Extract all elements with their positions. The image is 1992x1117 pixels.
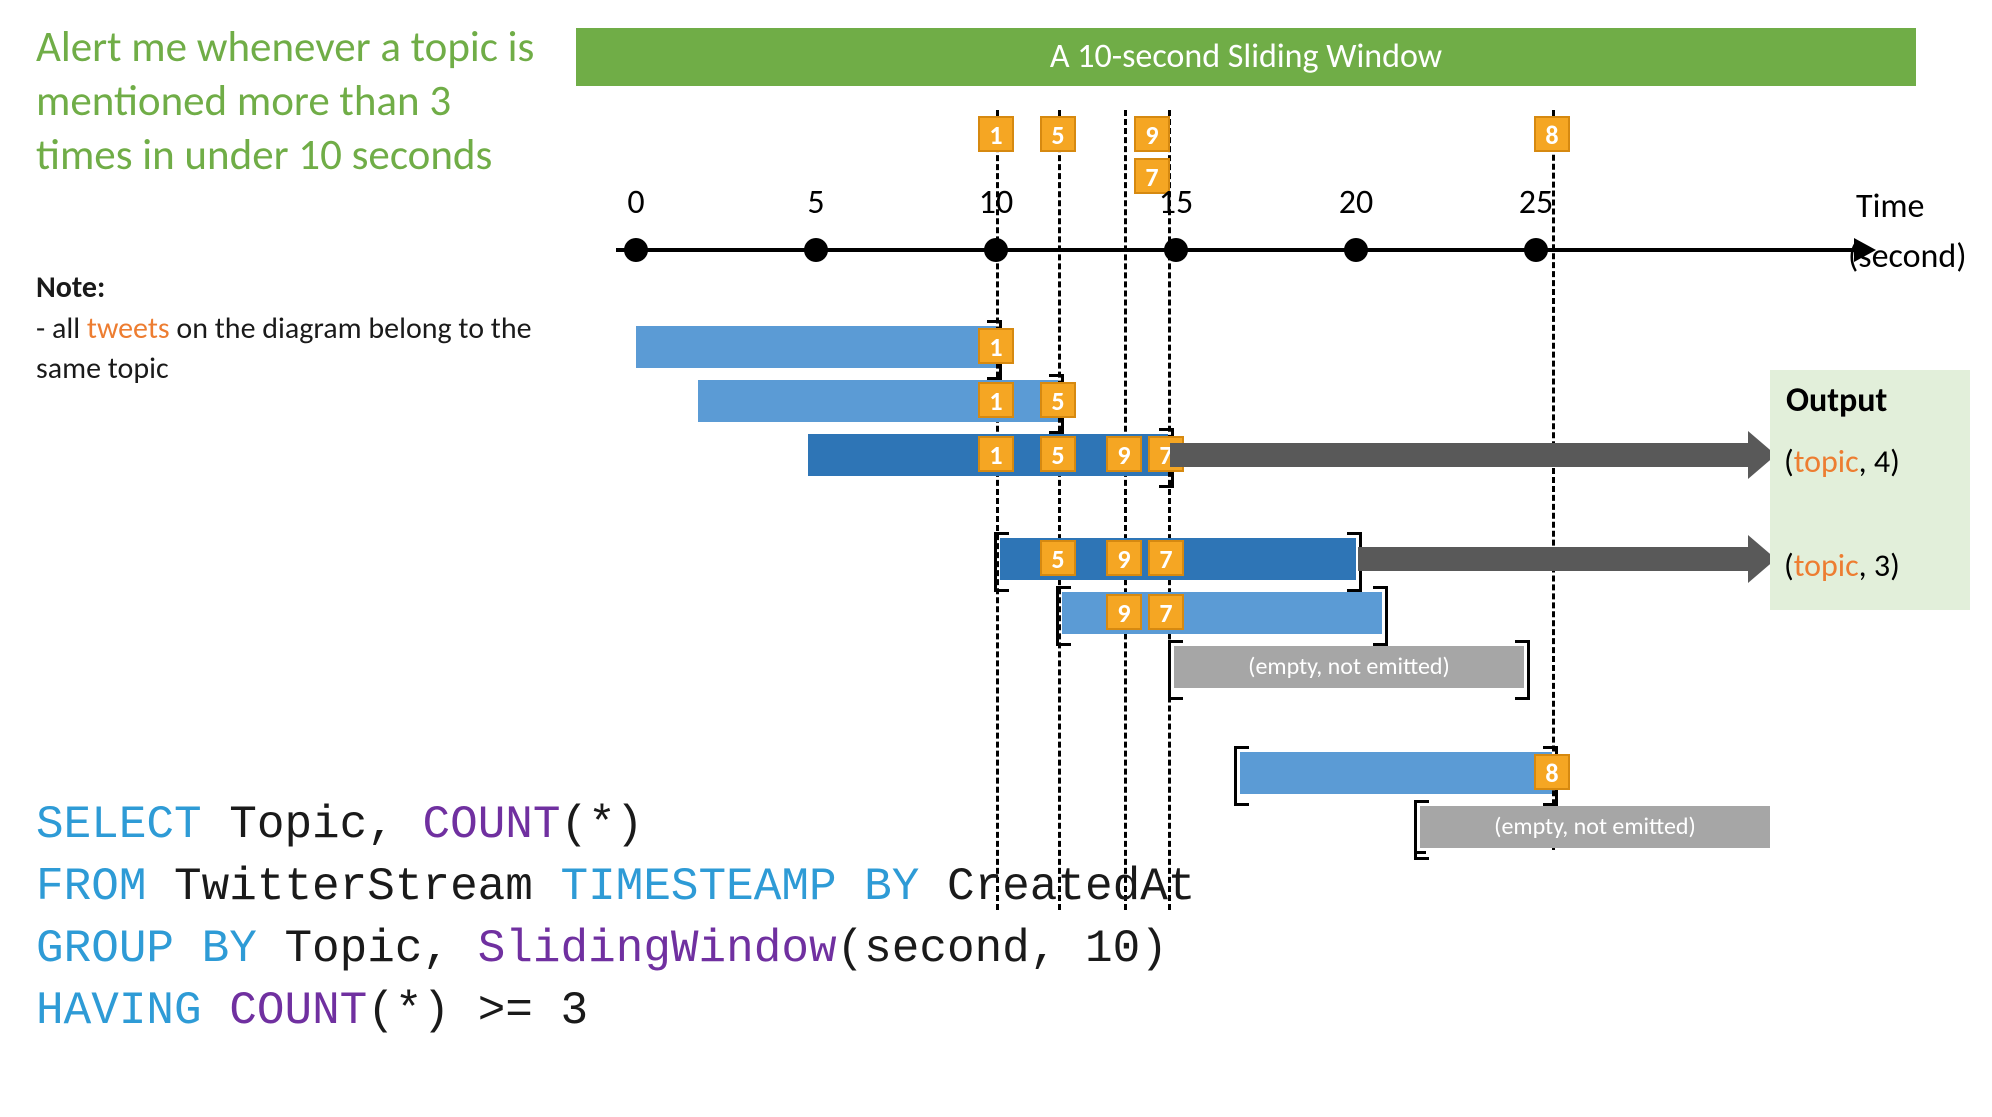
window-token: 5 xyxy=(1040,540,1076,576)
bracket-icon xyxy=(1414,800,1426,854)
output-arrow-icon xyxy=(1170,443,1750,467)
time-axis: 0 5 10 15 20 25 Time (second) xyxy=(636,230,1886,270)
window-bar xyxy=(636,326,996,368)
axis-tick-label: 20 xyxy=(1339,182,1373,223)
axis-tick xyxy=(1524,238,1548,262)
event-token: 1 xyxy=(978,116,1014,152)
note-tweets-word: tweets xyxy=(87,310,170,347)
axis-tick xyxy=(624,238,648,262)
output-arrow-icon xyxy=(1358,547,1750,571)
axis-tick-label: 0 xyxy=(627,182,644,223)
headline: Alert me whenever a topic is mentioned m… xyxy=(36,20,546,181)
window-token: 5 xyxy=(1040,382,1076,418)
axis-tick-label: 10 xyxy=(979,182,1013,223)
window-token: 9 xyxy=(1106,436,1142,472)
window-token: 5 xyxy=(1040,436,1076,472)
output-row: (topic, 4) xyxy=(1784,442,1900,481)
axis-tick-label: 15 xyxy=(1159,182,1193,223)
window-token: 1 xyxy=(978,436,1014,472)
axis-tick xyxy=(804,238,828,262)
window-token: 7 xyxy=(1148,594,1184,630)
window-bar-empty: (empty, not emitted) xyxy=(1174,646,1524,688)
output-row: (topic, 3) xyxy=(1784,546,1900,585)
window-bar-empty: (empty, not emitted) xyxy=(1420,806,1770,848)
window-token: 1 xyxy=(978,382,1014,418)
window-token: 7 xyxy=(1148,540,1184,576)
event-token: 5 xyxy=(1040,116,1076,152)
axis-tick xyxy=(984,238,1008,262)
sql-block: SELECT Topic, COUNT(*) FROM TwitterStrea… xyxy=(36,794,1195,1042)
axis-label: Time xyxy=(1856,186,1924,227)
window-bar xyxy=(1240,752,1552,794)
note-label: Note: xyxy=(36,269,105,306)
window-token: 9 xyxy=(1106,594,1142,630)
event-token: 8 xyxy=(1534,116,1570,152)
note-block: Note: - all tweets on the diagram belong… xyxy=(36,268,546,390)
note-text: - all tweets on the diagram belong to th… xyxy=(36,310,532,388)
event-token: 9 xyxy=(1134,116,1170,152)
window-token: 9 xyxy=(1106,540,1142,576)
axis-tick xyxy=(1344,238,1368,262)
axis-tick-label: 25 xyxy=(1519,182,1553,223)
axis-tick xyxy=(1164,238,1188,262)
window-token: 1 xyxy=(978,328,1014,364)
axis-tick-label: 5 xyxy=(807,182,824,223)
axis-line xyxy=(616,248,1856,252)
sliding-window-title: A 10-second Sliding Window xyxy=(576,28,1916,86)
window-token: 8 xyxy=(1534,754,1570,790)
axis-units: (second) xyxy=(1848,236,1967,277)
output-title: Output xyxy=(1786,380,1887,421)
